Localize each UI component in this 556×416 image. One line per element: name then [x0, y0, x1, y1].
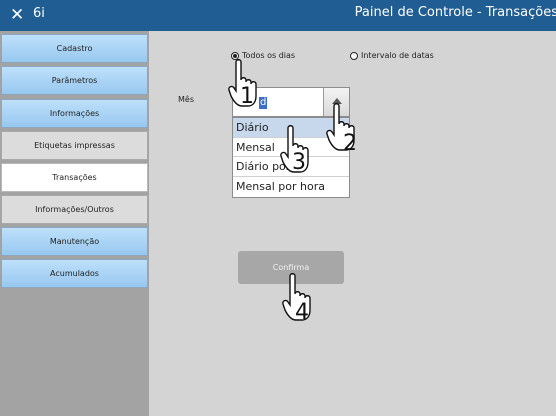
step-number-1: 1: [240, 84, 254, 109]
month-label: Mês: [178, 95, 194, 104]
radio-unchecked-icon[interactable]: [350, 51, 358, 60]
sidebar-item-transacoes[interactable]: Transações: [1, 163, 148, 192]
close-icon[interactable]: ✕: [10, 4, 24, 26]
title-bar: ✕ 6i Painel de Controle - Transações: [0, 0, 556, 31]
sidebar-item-etiquetas[interactable]: Etiquetas impressas: [1, 131, 148, 160]
sidebar-item-informacoes-outros[interactable]: Informações/Outros: [1, 195, 148, 224]
step-number-2: 2: [343, 131, 357, 156]
step-number-4: 4: [295, 300, 309, 325]
sidebar-item-parametros[interactable]: Parâmetros: [1, 66, 148, 95]
dropdown-option-mensal-por-hora[interactable]: Mensal por hora: [233, 177, 349, 197]
sidebar-item-cadastro[interactable]: Cadastro: [1, 34, 148, 63]
sidebar-item-informacoes[interactable]: Informações: [1, 99, 148, 128]
app-name: 6i: [33, 6, 45, 21]
sidebar-item-acumulados[interactable]: Acumulados: [1, 259, 148, 288]
radio-date-range-label: Intervalo de datas: [361, 51, 434, 60]
radio-date-range[interactable]: Intervalo de datas: [350, 51, 434, 60]
sidebar: Cadastro Parâmetros Informações Etiqueta…: [0, 31, 149, 416]
window-title: Painel de Controle - Transações: [354, 5, 556, 20]
step-number-3: 3: [292, 150, 306, 175]
sidebar-item-manutencao[interactable]: Manutenção: [1, 227, 148, 256]
